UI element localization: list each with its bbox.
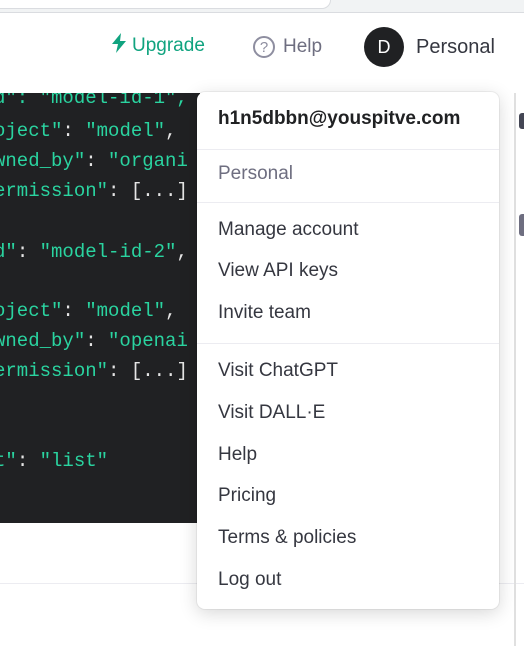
menu-divider [197,202,499,203]
browser-tab[interactable] [0,0,331,9]
pricing-item[interactable]: Pricing [218,485,276,507]
avatar: D [364,27,404,67]
log-out-item[interactable]: Log out [218,569,281,591]
account-dropdown-menu: h1n5dbbn@youspitve.com Personal Manage a… [197,92,499,609]
scrollbar-thumb[interactable] [519,113,524,129]
help-button[interactable]: ? Help [253,34,322,60]
code-block: d": "model-id-1", oject": "model", wned_… [0,93,200,523]
question-circle-icon: ? [253,36,275,58]
scrollbar-track[interactable] [514,93,516,646]
upgrade-button[interactable]: Upgrade [112,33,205,59]
menu-divider [197,149,499,150]
upgrade-label: Upgrade [132,35,205,56]
view-api-keys-item[interactable]: View API keys [218,260,338,282]
invite-team-item[interactable]: Invite team [218,302,311,324]
account-label: Personal [416,35,495,58]
browser-tab-strip [0,0,524,13]
visit-chatgpt-item[interactable]: Visit ChatGPT [218,360,338,382]
code-line: wned_by": "openai [0,330,188,352]
side-handle[interactable] [519,214,524,236]
help-item[interactable]: Help [218,444,257,466]
account-email: h1n5dbbn@youspitve.com [218,108,461,129]
code-line: d": "model-id-2", [0,241,188,263]
org-name[interactable]: Personal [218,163,293,185]
terms-policies-item[interactable]: Terms & policies [218,527,356,549]
code-line: d": "model-id-1", [0,93,188,109]
code-line: wned_by": "organi [0,150,188,172]
code-line: ermission": [...] [0,180,188,202]
manage-account-item[interactable]: Manage account [218,219,359,241]
code-line: oject": "model", [0,120,177,142]
help-label: Help [283,36,323,57]
visit-dalle-item[interactable]: Visit DALL·E [218,402,325,424]
menu-divider [197,343,499,344]
code-line: oject": "model", [0,300,177,322]
code-line: t": "list" [0,450,109,472]
code-line: ermission": [...] [0,360,188,382]
account-menu-button[interactable]: D Personal [364,26,495,68]
bolt-icon [112,33,126,59]
